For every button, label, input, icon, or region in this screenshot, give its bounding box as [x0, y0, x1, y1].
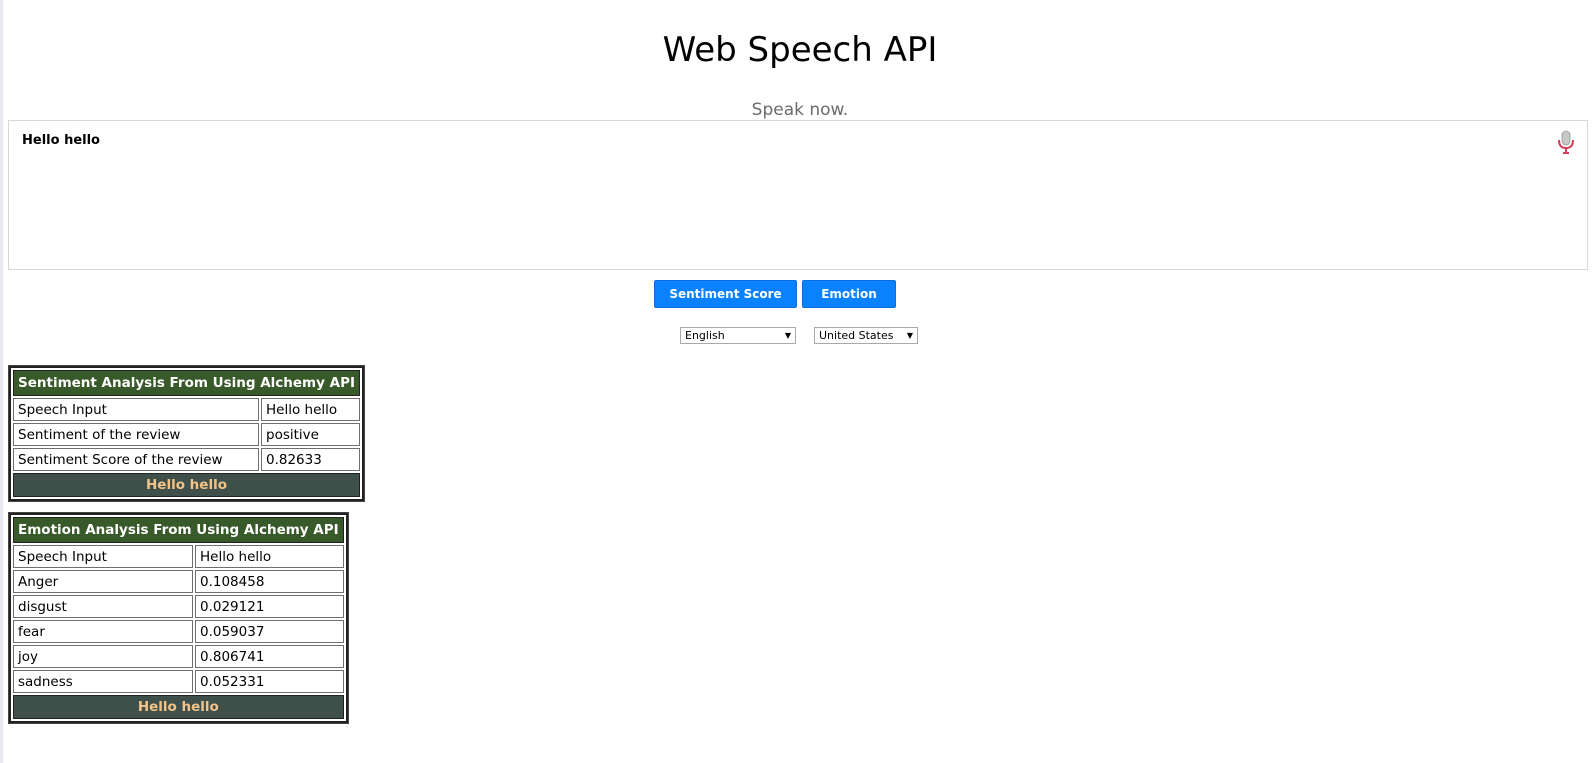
table-row: fear 0.059037 — [13, 620, 344, 643]
sentiment-score-button[interactable]: Sentiment Score — [654, 280, 797, 308]
row-label: joy — [13, 645, 193, 668]
table-row: sadness 0.052331 — [13, 670, 344, 693]
row-value: Hello hello — [195, 545, 344, 568]
row-label: fear — [13, 620, 193, 643]
table-row: Sentiment of the review positive — [13, 423, 360, 446]
page-title: Web Speech API — [662, 30, 938, 70]
emotion-button[interactable]: Emotion — [802, 280, 896, 308]
dialect-select-value: United States — [819, 329, 894, 342]
table-row: disgust 0.029121 — [13, 595, 344, 618]
dropdown-arrow-icon: ▼ — [906, 331, 913, 340]
row-label: Sentiment of the review — [13, 423, 259, 446]
sentiment-table-footer: Hello hello — [13, 473, 360, 497]
page: Web Speech API Speak now. Hello hello Se… — [0, 0, 1595, 763]
table-row: Speech Input Hello hello — [13, 545, 344, 568]
row-value: 0.82633 — [261, 448, 360, 471]
table-row: Speech Input Hello hello — [13, 398, 360, 421]
speech-results-box[interactable]: Hello hello — [8, 120, 1588, 270]
table-row: Anger 0.108458 — [13, 570, 344, 593]
row-value: positive — [261, 423, 360, 446]
final-transcript: Hello hello — [22, 133, 100, 148]
status-info: Speak now. — [751, 100, 849, 120]
row-value: 0.059037 — [195, 620, 344, 643]
dropdown-arrow-icon: ▼ — [784, 331, 791, 340]
row-label: Anger — [13, 570, 193, 593]
emotion-analysis-table: Emotion Analysis From Using Alchemy API … — [8, 512, 349, 724]
start-speech-button[interactable] — [1554, 129, 1578, 155]
language-select[interactable]: English ▼ — [680, 327, 796, 344]
row-value: 0.052331 — [195, 670, 344, 693]
sentiment-analysis-table: Sentiment Analysis From Using Alchemy AP… — [8, 365, 365, 502]
action-buttons: Sentiment Score Emotion — [654, 280, 896, 308]
row-label: Speech Input — [13, 398, 259, 421]
row-value: 0.806741 — [195, 645, 344, 668]
language-select-value: English — [685, 329, 725, 342]
emotion-table-caption: Emotion Analysis From Using Alchemy API — [13, 517, 344, 543]
table-row: Sentiment Score of the review 0.82633 — [13, 448, 360, 471]
dialect-select[interactable]: United States ▼ — [814, 327, 918, 344]
row-label: sadness — [13, 670, 193, 693]
row-label: disgust — [13, 595, 193, 618]
row-value: 0.029121 — [195, 595, 344, 618]
sentiment-table-caption: Sentiment Analysis From Using Alchemy AP… — [13, 370, 360, 396]
row-value: 0.108458 — [195, 570, 344, 593]
emotion-table-footer: Hello hello — [13, 695, 344, 719]
row-value: Hello hello — [261, 398, 360, 421]
row-label: Sentiment Score of the review — [13, 448, 259, 471]
table-row: joy 0.806741 — [13, 645, 344, 668]
microphone-icon — [1558, 130, 1574, 154]
row-label: Speech Input — [13, 545, 193, 568]
